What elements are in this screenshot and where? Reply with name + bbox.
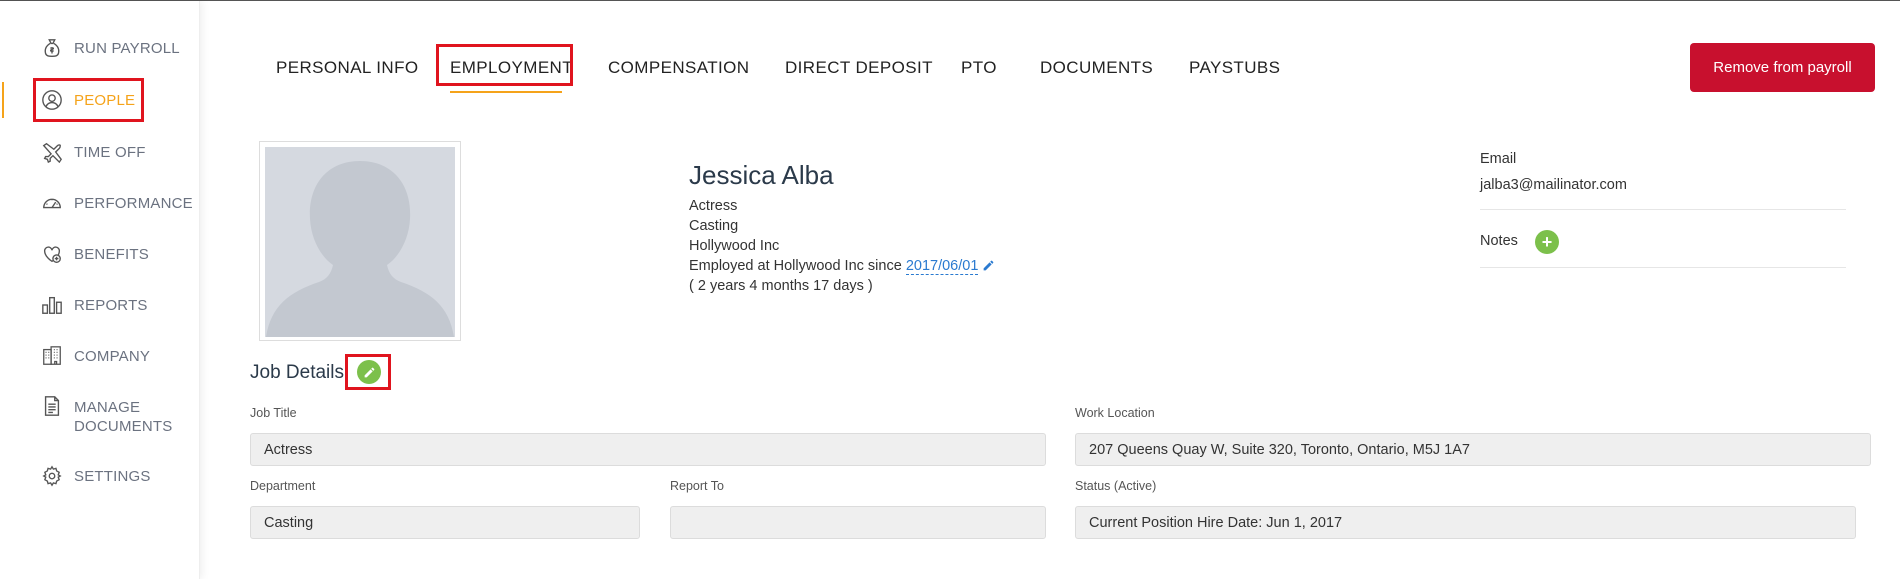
sidebar-item-performance[interactable]: PERFORMANCE bbox=[0, 181, 200, 225]
money-bag-icon bbox=[40, 36, 64, 60]
sidebar-item-label: TIME OFF bbox=[74, 143, 146, 161]
sidebar-item-people[interactable]: PEOPLE bbox=[0, 78, 200, 122]
tab-documents[interactable]: DOCUMENTS bbox=[1040, 58, 1153, 78]
work-location-field[interactable]: 207 Queens Quay W, Suite 320, Toronto, O… bbox=[1075, 433, 1871, 466]
department-field[interactable]: Casting bbox=[250, 506, 640, 539]
report-to-label: Report To bbox=[670, 479, 724, 493]
heart-icon bbox=[40, 242, 64, 266]
employed-prefix: Employed at Hollywood Inc since bbox=[689, 258, 902, 274]
sidebar-item-label: SETTINGS bbox=[74, 467, 151, 485]
employee-name: Jessica Alba bbox=[689, 160, 834, 190]
tab-direct-deposit[interactable]: DIRECT DEPOSIT bbox=[785, 58, 933, 78]
email-label: Email bbox=[1480, 151, 1517, 167]
sidebar-item-label: RUN PAYROLL bbox=[74, 39, 180, 57]
remove-from-payroll-button[interactable]: Remove from payroll bbox=[1690, 43, 1875, 92]
job-title-label: Job Title bbox=[250, 406, 297, 420]
divider bbox=[1480, 267, 1846, 268]
report-to-field[interactable] bbox=[670, 506, 1046, 539]
sidebar-item-label: REPORTS bbox=[74, 296, 148, 314]
add-note-button[interactable]: + bbox=[1535, 230, 1559, 254]
person-icon bbox=[40, 88, 64, 112]
document-icon bbox=[40, 394, 64, 418]
email-value: jalba3@mailinator.com bbox=[1480, 177, 1627, 193]
employee-department: Casting bbox=[689, 218, 739, 234]
pencil-icon bbox=[364, 367, 374, 377]
notes-label: Notes bbox=[1480, 233, 1518, 249]
tab-employment[interactable]: EMPLOYMENT bbox=[450, 58, 573, 78]
status-field[interactable]: Current Position Hire Date: Jun 1, 2017 bbox=[1075, 506, 1856, 539]
employee-title: Actress bbox=[689, 198, 738, 214]
job-title-field[interactable]: Actress bbox=[250, 433, 1046, 466]
work-location-label: Work Location bbox=[1075, 406, 1155, 420]
sidebar-item-label: PEOPLE bbox=[74, 91, 136, 109]
job-details-title: Job Details bbox=[250, 362, 344, 383]
tab-paystubs[interactable]: PAYSTUBS bbox=[1189, 58, 1280, 78]
sidebar-item-run-payroll[interactable]: RUN PAYROLL bbox=[0, 26, 200, 70]
sidebar-item-company[interactable]: COMPANY bbox=[0, 334, 200, 378]
building-icon bbox=[40, 344, 64, 368]
sidebar-item-reports[interactable]: REPORTS bbox=[0, 283, 200, 327]
employment-since-line: Employed at Hollywood Inc since 2017/06/… bbox=[689, 258, 995, 276]
airplane-icon bbox=[40, 140, 64, 164]
tab-pto[interactable]: PTO bbox=[961, 58, 997, 78]
sidebar-item-label: BENEFITS bbox=[74, 245, 149, 263]
top-border bbox=[0, 0, 1900, 1]
sidebar-item-manage-documents[interactable]: MANAGE DOCUMENTS bbox=[0, 392, 200, 442]
sidebar-item-settings[interactable]: SETTINGS bbox=[0, 454, 200, 498]
gear-icon bbox=[40, 464, 64, 488]
profile-photo-frame bbox=[259, 141, 461, 341]
sidebar-item-benefits[interactable]: BENEFITS bbox=[0, 232, 200, 276]
sidebar-item-label: COMPANY bbox=[74, 347, 151, 365]
active-tab-underline bbox=[450, 91, 562, 93]
tab-personal-info[interactable]: PERSONAL INFO bbox=[276, 58, 419, 78]
edit-job-details-button[interactable] bbox=[357, 360, 381, 384]
sidebar-item-label-line2: DOCUMENTS bbox=[74, 418, 173, 435]
gauge-icon bbox=[40, 191, 64, 215]
employee-company: Hollywood Inc bbox=[689, 238, 780, 254]
tab-compensation[interactable]: COMPENSATION bbox=[608, 58, 749, 78]
divider bbox=[1480, 209, 1846, 210]
employment-tenure: ( 2 years 4 months 17 days ) bbox=[689, 278, 873, 294]
sidebar-item-label-line1: MANAGE bbox=[74, 399, 141, 416]
avatar[interactable] bbox=[265, 147, 455, 337]
pencil-icon[interactable] bbox=[982, 259, 995, 276]
sidebar-item-label: PERFORMANCE bbox=[74, 194, 193, 212]
status-label: Status (Active) bbox=[1075, 479, 1157, 493]
sidebar-item-time-off[interactable]: TIME OFF bbox=[0, 130, 200, 174]
sidebar: RUN PAYROLL PEOPLE TIME OFF PERFORMANCE … bbox=[0, 1, 200, 579]
avatar-placeholder-icon bbox=[265, 147, 455, 337]
employed-date-link[interactable]: 2017/06/01 bbox=[905, 258, 979, 275]
bar-chart-icon bbox=[40, 293, 64, 317]
department-label: Department bbox=[250, 479, 316, 493]
